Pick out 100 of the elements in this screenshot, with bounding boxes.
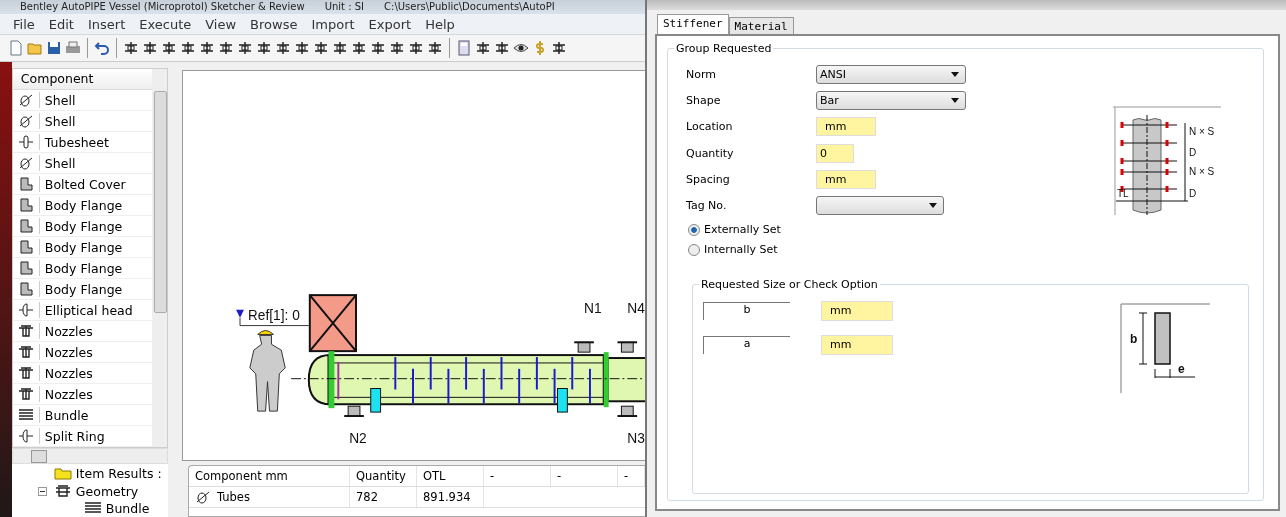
- tool-icon[interactable]: [494, 40, 510, 56]
- cylinder-icon: [17, 156, 34, 170]
- tool-icon[interactable]: [180, 40, 196, 56]
- field-label: Spacing: [686, 172, 730, 186]
- menu-item[interactable]: Help: [420, 16, 460, 32]
- caret-icon: [951, 98, 959, 104]
- tool-icon[interactable]: [427, 40, 443, 56]
- menu-item[interactable]: Import: [306, 16, 360, 32]
- dropdown[interactable]: ANSI: [816, 65, 966, 85]
- tool-icon[interactable]: [313, 40, 329, 56]
- flange-icon: [17, 198, 34, 212]
- component-row[interactable]: Bolted Cover: [12, 174, 152, 195]
- tool-icon[interactable]: [370, 40, 386, 56]
- input-field[interactable]: mm: [816, 169, 876, 189]
- component-row[interactable]: Body Flange: [12, 279, 152, 300]
- head-icon: [17, 303, 34, 317]
- component-row[interactable]: Nozzles: [12, 321, 152, 342]
- tree-item[interactable]: Bundle: [37, 500, 168, 516]
- dimension-label: N × S: [1189, 166, 1215, 177]
- tool-icon[interactable]: [123, 40, 139, 56]
- input-field[interactable]: mm: [821, 335, 893, 355]
- unit-label: Unit : SI: [324, 1, 365, 13]
- input-field[interactable]: mm: [816, 117, 876, 137]
- vertical-scrollbar[interactable]: [152, 69, 167, 447]
- component-row[interactable]: Shell: [12, 90, 152, 111]
- dimension-label: N × S: [1189, 126, 1215, 137]
- new-file-icon[interactable]: [8, 40, 24, 56]
- nozzle-icon: [17, 345, 34, 359]
- tool-icon[interactable]: [551, 40, 567, 56]
- component-row[interactable]: Nozzles: [12, 342, 152, 363]
- component-row[interactable]: Body Flange: [12, 216, 152, 237]
- column-header[interactable]: -: [484, 466, 551, 486]
- menu-item[interactable]: File: [8, 16, 40, 32]
- tab[interactable]: Stiffener: [657, 14, 729, 34]
- nozzle-icon: [17, 387, 34, 401]
- dimension-label: e: [1178, 362, 1185, 376]
- component-row[interactable]: Body Flange: [12, 237, 152, 258]
- radio-option[interactable]: Externally Set: [688, 223, 1263, 236]
- tool-icon[interactable]: [218, 40, 234, 56]
- horizontal-scrollbar[interactable]: [11, 448, 168, 464]
- menu-item[interactable]: Insert: [82, 16, 131, 32]
- tab[interactable]: Material: [728, 17, 794, 34]
- cylinder-icon: [17, 114, 34, 128]
- tree-item[interactable]: Item Results :: [37, 464, 168, 482]
- component-row[interactable]: Body Flange: [12, 195, 152, 216]
- component-row[interactable]: Tubesheet: [12, 132, 152, 153]
- save-icon[interactable]: [46, 40, 62, 56]
- column-header[interactable]: OTL: [417, 466, 484, 486]
- component-row[interactable]: Split Ring: [12, 426, 152, 447]
- menu-item[interactable]: Execute: [134, 16, 197, 32]
- component-row[interactable]: Shell: [12, 111, 152, 132]
- tool-icon[interactable]: [389, 40, 405, 56]
- tool-icon[interactable]: [199, 40, 215, 56]
- component-row[interactable]: Nozzles: [12, 363, 152, 384]
- tool-icon[interactable]: [256, 40, 272, 56]
- tool-icon[interactable]: [275, 40, 291, 56]
- component-row[interactable]: Shell: [12, 153, 152, 174]
- undo-icon[interactable]: [94, 40, 110, 56]
- component-row[interactable]: Nozzles: [12, 384, 152, 405]
- tool-icon[interactable]: [475, 40, 491, 56]
- tool-icon[interactable]: [237, 40, 253, 56]
- tool-icon[interactable]: [351, 40, 367, 56]
- component-row[interactable]: Bundle: [12, 405, 152, 426]
- caret-icon: [951, 72, 959, 78]
- caret-icon: [929, 202, 937, 208]
- field-label: b: [703, 302, 790, 320]
- component-row[interactable]: Elliptical head: [12, 300, 152, 321]
- column-header[interactable]: Quantity: [350, 466, 417, 486]
- input-field[interactable]: mm: [821, 301, 893, 321]
- radio-option[interactable]: Internally Set: [688, 243, 1263, 256]
- box-drawing: [308, 294, 357, 353]
- bar-section: [1154, 312, 1171, 365]
- collapse-icon[interactable]: [37, 486, 47, 496]
- flange-icon: [17, 240, 34, 254]
- menu-item[interactable]: View: [200, 16, 242, 32]
- input-field[interactable]: 0: [816, 143, 854, 163]
- reference-label: Ref[1]: 0: [247, 307, 300, 323]
- menu-item[interactable]: Browse: [245, 16, 303, 32]
- column-header[interactable]: -: [551, 466, 618, 486]
- printer-icon[interactable]: [65, 40, 81, 56]
- tree-item[interactable]: Geometry: [37, 482, 168, 500]
- field-label: Shape: [686, 94, 721, 108]
- dimension-label: D: [1189, 147, 1197, 158]
- nozzle-label: N2: [349, 430, 367, 446]
- tool-icon[interactable]: [142, 40, 158, 56]
- dropdown[interactable]: [816, 195, 944, 215]
- tool-icon[interactable]: [332, 40, 348, 56]
- menu-item[interactable]: Export: [363, 16, 417, 32]
- table-cell-text: 782: [356, 489, 378, 506]
- dropdown[interactable]: Bar: [816, 91, 966, 111]
- tool-icon[interactable]: [408, 40, 424, 56]
- field-label: Tag No.: [686, 198, 727, 212]
- column-header[interactable]: Component mm: [189, 466, 350, 486]
- tool-icon[interactable]: [294, 40, 310, 56]
- component-row[interactable]: Body Flange: [12, 258, 152, 279]
- field-label: Norm: [686, 68, 716, 82]
- menu-item[interactable]: Edit: [43, 16, 79, 32]
- tool-icon[interactable]: [161, 40, 177, 56]
- group-title: Requested Size or Check Option: [700, 278, 879, 291]
- field-label: a: [703, 336, 790, 354]
